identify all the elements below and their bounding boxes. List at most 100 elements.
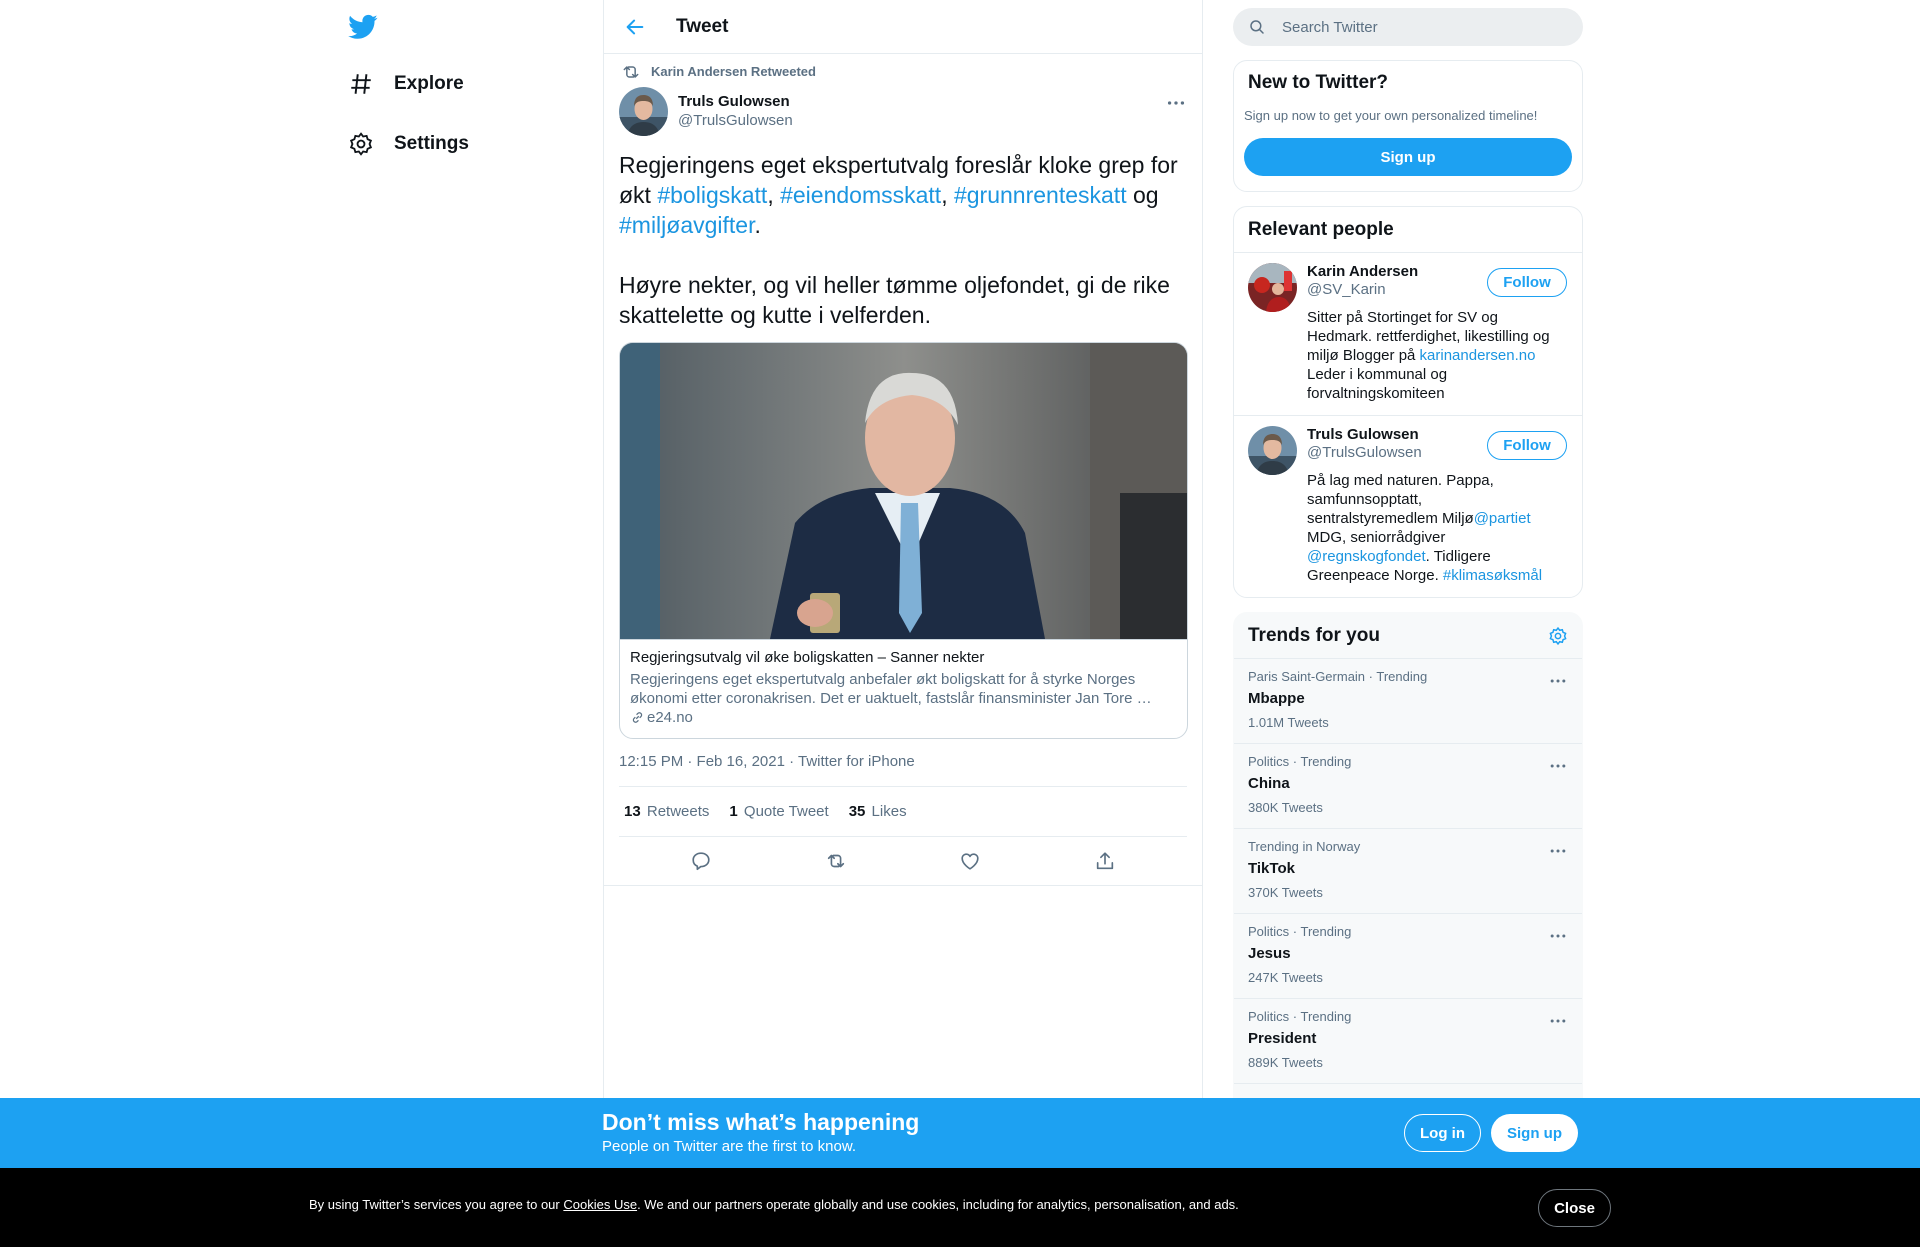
bio-link[interactable]: @regnskogfondet [1307,548,1426,565]
right-sidebar: New to Twitter? Sign up now to get your … [1233,0,1583,1135]
back-arrow-icon[interactable] [624,16,646,38]
retweets-count: 13 [624,803,641,820]
avatar[interactable] [1248,426,1297,475]
card-title: Regjeringsutvalg vil øke boligskatten – … [630,649,985,666]
trend-count: 370K Tweets [1248,885,1323,900]
hashtag-link[interactable]: #eiendomsskatt [780,182,941,208]
page-header: Tweet [604,0,1202,54]
person-bio: På lag med naturen. Pappa, samfunnsoppta… [1307,471,1557,585]
author-handle[interactable]: @TrulsGulowsen [678,112,793,129]
quote-tweets-stat[interactable]: 1 Quote Tweet [729,803,828,820]
more-options-icon[interactable] [1548,756,1568,776]
tweet-text-part: , [941,182,954,208]
bio-text: Leder i kommunal og forvaltningskomiteen [1307,366,1448,402]
hashtag-link[interactable]: #grunnrenteskatt [954,182,1127,208]
more-options-icon[interactable] [1548,841,1568,861]
retweets-stat[interactable]: 13 Retweets [624,803,709,820]
trend-name: China [1248,775,1290,792]
page-title: Tweet [676,15,729,37]
trend-item[interactable]: Trending in Norway TikTok 370K Tweets [1234,829,1582,914]
avatar[interactable] [1248,263,1297,312]
main-column: Tweet Karin Andersen Retweeted Truls Gul… [603,0,1203,1247]
trend-name: Mbappe [1248,690,1305,707]
trend-context: Politics · Trending [1248,754,1352,769]
person-card[interactable]: Truls Gulowsen @TrulsGulowsen På lag med… [1234,416,1582,597]
nav-label-settings: Settings [394,133,469,154]
person-bio: Sitter på Stortinget for SV og Hedmark. … [1307,308,1557,403]
trends-header: Trends for you [1234,613,1582,659]
trend-item[interactable]: Politics · Trending China 380K Tweets [1234,744,1582,829]
retweeted-by-label[interactable]: Karin Andersen Retweeted [651,64,816,79]
trend-count: 1.01M Tweets [1248,715,1329,730]
trend-context: Trending in Norway [1248,839,1361,854]
quotes-count: 1 [729,803,738,820]
card-image [620,343,1187,639]
trend-context: Politics · Trending [1248,924,1352,939]
card-domain-text: e24.no [647,709,693,726]
trend-item[interactable]: Politics · Trending President 889K Tweet… [1234,999,1582,1084]
cookie-text-part: . We and our partners operate globally a… [637,1197,1239,1212]
bio-link[interactable]: #klimasøksmål [1443,567,1542,584]
more-options-icon[interactable] [1548,1011,1568,1031]
cookie-close-button[interactable]: Close [1538,1189,1611,1227]
cookie-banner: By using Twitter’s services you agree to… [0,1168,1920,1247]
login-button[interactable]: Log in [1404,1114,1481,1152]
tweet: Karin Andersen Retweeted Truls Gulowsen … [604,54,1202,886]
hashtag-link[interactable]: #miljøavgifter [619,212,754,238]
tweet-meta[interactable]: 12:15 PM · Feb 16, 2021 · Twitter for iP… [619,753,1187,787]
reply-icon[interactable] [690,850,712,872]
trend-name: President [1248,1030,1317,1047]
sidebar-signup-button[interactable]: Sign up [1244,138,1572,176]
relevant-people-box: Relevant people Karin Andersen @SV_Karin… [1233,206,1583,598]
retweets-label: Retweets [646,803,710,820]
retweet-context: Karin Andersen Retweeted [619,54,1187,80]
signup-button[interactable]: Sign up [1491,1114,1578,1152]
nav-item-settings[interactable]: Settings [348,126,469,162]
like-icon[interactable] [959,850,981,872]
tweet-author: Truls Gulowsen @TrulsGulowsen [619,86,1187,136]
card-description: Regjeringens eget ekspertutvalg anbefale… [630,671,1152,707]
bio-text: På lag med naturen. Pappa, samfunnsoppta… [1307,472,1494,527]
follow-button[interactable]: Follow [1487,268,1567,297]
hashtag-link[interactable]: #boligskatt [657,182,767,208]
trend-count: 380K Tweets [1248,800,1323,815]
trend-item[interactable]: Paris Saint-Germain · Trending Mbappe 1.… [1234,659,1582,744]
retweet-action-icon[interactable] [825,850,847,872]
more-options-icon[interactable] [1165,92,1187,114]
tweet-text-part: , [767,182,781,208]
trend-item[interactable]: Politics · Trending Jesus 247K Tweets [1234,914,1582,999]
trend-name: TikTok [1248,860,1295,877]
new-to-twitter-box: New to Twitter? Sign up now to get your … [1233,60,1583,192]
cookies-use-link[interactable]: Cookies Use [563,1197,637,1212]
tweet-text-part: . [754,212,761,238]
tweet-text-part: og [1126,182,1165,208]
trends-box: Trends for you Paris Saint-Germain · Tre… [1233,612,1583,1135]
relevant-people-title: Relevant people [1234,207,1582,253]
banner-title: Don’t miss what’s happening [602,1109,920,1135]
settings-gear-icon[interactable] [1548,626,1568,646]
likes-stat[interactable]: 35 Likes [849,803,907,820]
search-bar[interactable] [1233,8,1583,46]
more-options-icon[interactable] [1548,926,1568,946]
nav-item-explore[interactable]: Explore [348,66,464,102]
author-name[interactable]: Truls Gulowsen [678,93,793,110]
signup-banner: Don’t miss what’s happening People on Tw… [0,1098,1920,1168]
bio-link[interactable]: @partiet [1474,510,1531,527]
share-icon[interactable] [1094,850,1116,872]
trend-count: 889K Tweets [1248,1055,1323,1070]
cookie-text: By using Twitter’s services you agree to… [309,1197,1239,1212]
bio-link[interactable]: karinandersen.no [1420,347,1536,364]
quotes-label: Quote Tweet [743,803,829,820]
more-options-icon[interactable] [1548,671,1568,691]
avatar[interactable] [619,86,668,136]
trends-title: Trends for you [1248,624,1380,646]
person-card[interactable]: Karin Andersen @SV_Karin Sitter på Stort… [1234,253,1582,416]
link-card[interactable]: Regjeringsutvalg vil øke boligskatten – … [619,342,1188,739]
card-body: Regjeringsutvalg vil øke boligskatten – … [620,639,1187,738]
trend-count: 247K Tweets [1248,970,1323,985]
retweet-icon [623,65,639,78]
link-icon [632,712,643,723]
search-input[interactable] [1282,18,1542,36]
follow-button[interactable]: Follow [1487,431,1567,460]
twitter-logo-icon[interactable] [348,12,378,42]
